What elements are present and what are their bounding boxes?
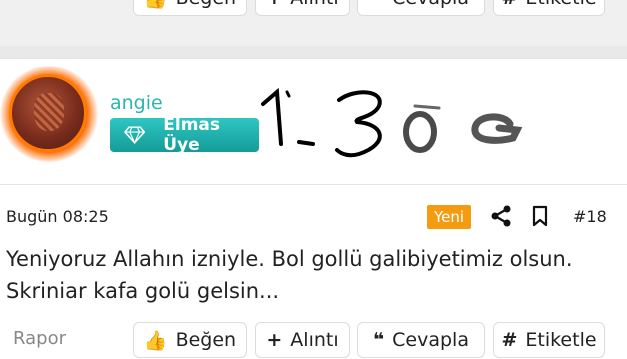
post-number[interactable]: #18: [573, 207, 607, 226]
quote-label: Alıntı: [290, 329, 339, 351]
prev-quote-label: Alıntı: [290, 0, 338, 9]
post-separator: [0, 46, 627, 58]
new-badge: Yeni: [427, 205, 471, 229]
prev-tag-label: Etiketle: [525, 0, 596, 9]
post-message: Yeniyoruz Allahın izniyle. Bol gollü gal…: [6, 247, 573, 303]
like-icon: 👍: [144, 0, 168, 10]
like-icon: 👍: [143, 329, 168, 352]
quote-icon: ❝: [373, 0, 384, 9]
quote-icon: ❝: [373, 329, 385, 351]
prev-reply-button[interactable]: ❝ Cevapla: [357, 0, 485, 16]
hashtag-icon: #: [501, 329, 518, 351]
avatar[interactable]: [9, 74, 87, 152]
plus-icon: +: [266, 0, 282, 9]
tag-label: Etiketle: [525, 329, 597, 351]
reply-button[interactable]: ❝ Cevapla: [357, 322, 485, 358]
header-divider: [0, 184, 627, 185]
bookmark-icon[interactable]: [531, 205, 549, 227]
diamond-icon: [124, 126, 146, 144]
rank-badge-label: Elmas Üye: [163, 115, 221, 155]
prev-like-label: Beğen: [176, 0, 237, 9]
rank-badge: Elmas Üye: [110, 115, 259, 155]
avatar-figure: [34, 93, 64, 131]
prev-reply-label: Cevapla: [392, 0, 469, 9]
tag-button[interactable]: # Etiketle: [493, 322, 605, 358]
hashtag-icon: #: [501, 0, 517, 9]
prev-quote-button[interactable]: + Alıntı: [255, 0, 350, 16]
prev-tag-button[interactable]: # Etiketle: [493, 0, 605, 16]
share-icon[interactable]: [490, 205, 512, 227]
handwritten-signature: [261, 87, 523, 158]
prev-like-button[interactable]: 👍 Beğen: [133, 0, 247, 16]
username[interactable]: angie: [110, 92, 163, 114]
quote-button[interactable]: + Alıntı: [255, 322, 350, 358]
plus-icon: +: [266, 329, 283, 351]
like-button[interactable]: 👍 Beğen: [133, 322, 247, 358]
reply-label: Cevapla: [392, 329, 469, 351]
like-label: Beğen: [175, 329, 237, 351]
report-link[interactable]: Rapor: [13, 328, 66, 349]
post-date[interactable]: Bugün 08:25: [6, 207, 109, 226]
